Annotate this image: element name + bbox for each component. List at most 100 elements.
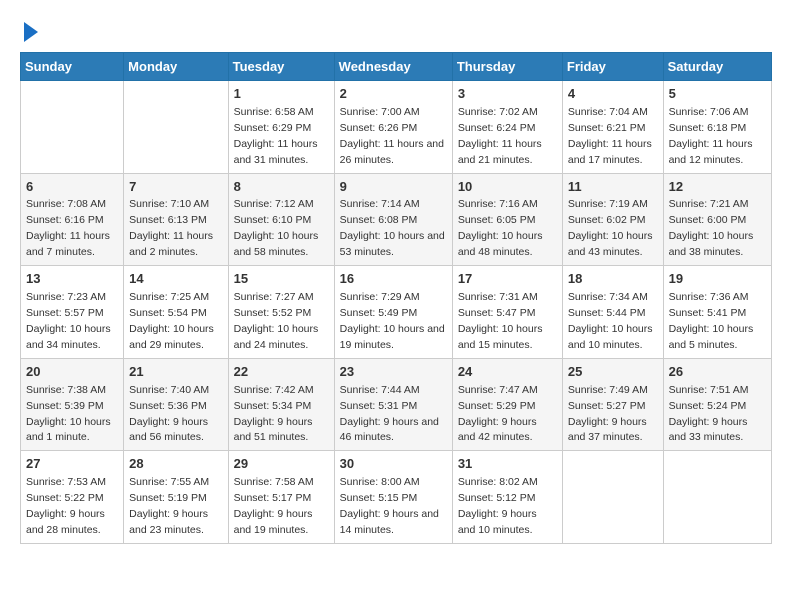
day-info: Sunrise: 7:10 AM Sunset: 6:13 PM Dayligh… — [129, 198, 213, 258]
calendar-header: SundayMondayTuesdayWednesdayThursdayFrid… — [21, 53, 772, 81]
day-info: Sunrise: 6:58 AM Sunset: 6:29 PM Dayligh… — [234, 106, 318, 166]
day-info: Sunrise: 7:08 AM Sunset: 6:16 PM Dayligh… — [26, 198, 110, 258]
day-number: 23 — [340, 363, 447, 382]
day-cell: 26 Sunrise: 7:51 AM Sunset: 5:24 PM Dayli… — [663, 358, 771, 451]
logo — [20, 20, 38, 42]
weekday-header-sunday: Sunday — [21, 53, 124, 81]
day-number: 11 — [568, 178, 658, 197]
day-cell: 17Sunrise: 7:31 AM Sunset: 5:47 PM Dayli… — [452, 266, 562, 359]
day-number: 1 — [234, 85, 329, 104]
day-number: 20 — [26, 363, 118, 382]
day-info: Sunrise: 7:51 AM Sunset: 5:24 PM Dayligh… — [669, 384, 749, 444]
day-info: Sunrise: 7:14 AM Sunset: 6:08 PM Dayligh… — [340, 198, 445, 258]
day-cell: 29 Sunrise: 7:58 AM Sunset: 5:17 PM Dayli… — [228, 451, 334, 544]
day-cell: 20 Sunrise: 7:38 AM Sunset: 5:39 PM Dayli… — [21, 358, 124, 451]
day-info: Sunrise: 7:38 AM Sunset: 5:39 PM Dayligh… — [26, 384, 111, 444]
day-cell: 2Sunrise: 7:00 AM Sunset: 6:26 PM Daylig… — [334, 81, 452, 174]
day-cell: 19Sunrise: 7:36 AM Sunset: 5:41 PM Dayli… — [663, 266, 771, 359]
day-number: 9 — [340, 178, 447, 197]
day-info: Sunrise: 7:40 AM Sunset: 5:36 PM Dayligh… — [129, 384, 209, 444]
day-number: 21 — [129, 363, 222, 382]
day-cell — [663, 451, 771, 544]
day-cell — [562, 451, 663, 544]
day-number: 26 — [669, 363, 766, 382]
day-number: 7 — [129, 178, 222, 197]
weekday-header-monday: Monday — [124, 53, 228, 81]
day-info: Sunrise: 7:34 AM Sunset: 5:44 PM Dayligh… — [568, 291, 653, 351]
day-cell: 23 Sunrise: 7:44 AM Sunset: 5:31 PM Dayli… — [334, 358, 452, 451]
day-cell: 4Sunrise: 7:04 AM Sunset: 6:21 PM Daylig… — [562, 81, 663, 174]
day-info: Sunrise: 7:27 AM Sunset: 5:52 PM Dayligh… — [234, 291, 319, 351]
day-number: 29 — [234, 455, 329, 474]
weekday-header-wednesday: Wednesday — [334, 53, 452, 81]
day-cell: 30 Sunrise: 8:00 AM Sunset: 5:15 PM Dayli… — [334, 451, 452, 544]
day-info: Sunrise: 8:00 AM Sunset: 5:15 PM Dayligh… — [340, 476, 439, 536]
week-row-1: 1 Sunrise: 6:58 AM Sunset: 6:29 PM Daylig… — [21, 81, 772, 174]
day-info: Sunrise: 7:25 AM Sunset: 5:54 PM Dayligh… — [129, 291, 214, 351]
day-cell: 5 Sunrise: 7:06 AM Sunset: 6:18 PM Daylig… — [663, 81, 771, 174]
day-cell: 11Sunrise: 7:19 AM Sunset: 6:02 PM Dayli… — [562, 173, 663, 266]
day-number: 27 — [26, 455, 118, 474]
day-info: Sunrise: 7:44 AM Sunset: 5:31 PM Dayligh… — [340, 384, 439, 444]
day-cell: 28Sunrise: 7:55 AM Sunset: 5:19 PM Dayli… — [124, 451, 228, 544]
logo-arrow-icon — [24, 22, 38, 42]
day-number: 24 — [458, 363, 557, 382]
day-info: Sunrise: 7:36 AM Sunset: 5:41 PM Dayligh… — [669, 291, 754, 351]
day-cell: 21 Sunrise: 7:40 AM Sunset: 5:36 PM Dayli… — [124, 358, 228, 451]
day-number: 30 — [340, 455, 447, 474]
day-cell: 15 Sunrise: 7:27 AM Sunset: 5:52 PM Dayli… — [228, 266, 334, 359]
day-number: 5 — [669, 85, 766, 104]
day-info: Sunrise: 7:12 AM Sunset: 6:10 PM Dayligh… — [234, 198, 319, 258]
day-cell: 22Sunrise: 7:42 AM Sunset: 5:34 PM Dayli… — [228, 358, 334, 451]
day-number: 2 — [340, 85, 447, 104]
day-cell: 8Sunrise: 7:12 AM Sunset: 6:10 PM Daylig… — [228, 173, 334, 266]
day-number: 25 — [568, 363, 658, 382]
week-row-5: 27Sunrise: 7:53 AM Sunset: 5:22 PM Dayli… — [21, 451, 772, 544]
week-row-2: 6Sunrise: 7:08 AM Sunset: 6:16 PM Daylig… — [21, 173, 772, 266]
day-cell: 24 Sunrise: 7:47 AM Sunset: 5:29 PM Dayli… — [452, 358, 562, 451]
day-number: 13 — [26, 270, 118, 289]
day-cell: 9Sunrise: 7:14 AM Sunset: 6:08 PM Daylig… — [334, 173, 452, 266]
day-number: 15 — [234, 270, 329, 289]
weekday-header-tuesday: Tuesday — [228, 53, 334, 81]
day-cell — [124, 81, 228, 174]
day-cell: 6Sunrise: 7:08 AM Sunset: 6:16 PM Daylig… — [21, 173, 124, 266]
week-row-3: 13 Sunrise: 7:23 AM Sunset: 5:57 PM Dayli… — [21, 266, 772, 359]
day-cell — [21, 81, 124, 174]
day-cell: 13 Sunrise: 7:23 AM Sunset: 5:57 PM Dayli… — [21, 266, 124, 359]
day-info: Sunrise: 7:02 AM Sunset: 6:24 PM Dayligh… — [458, 106, 542, 166]
day-info: Sunrise: 8:02 AM Sunset: 5:12 PM Dayligh… — [458, 476, 538, 536]
day-info: Sunrise: 7:29 AM Sunset: 5:49 PM Dayligh… — [340, 291, 445, 351]
weekday-header-saturday: Saturday — [663, 53, 771, 81]
day-number: 22 — [234, 363, 329, 382]
day-info: Sunrise: 7:58 AM Sunset: 5:17 PM Dayligh… — [234, 476, 314, 536]
day-cell: 12Sunrise: 7:21 AM Sunset: 6:00 PM Dayli… — [663, 173, 771, 266]
calendar-table: SundayMondayTuesdayWednesdayThursdayFrid… — [20, 52, 772, 544]
day-cell: 10Sunrise: 7:16 AM Sunset: 6:05 PM Dayli… — [452, 173, 562, 266]
day-info: Sunrise: 7:47 AM Sunset: 5:29 PM Dayligh… — [458, 384, 538, 444]
day-info: Sunrise: 7:06 AM Sunset: 6:18 PM Dayligh… — [669, 106, 753, 166]
day-cell: 7Sunrise: 7:10 AM Sunset: 6:13 PM Daylig… — [124, 173, 228, 266]
weekday-row: SundayMondayTuesdayWednesdayThursdayFrid… — [21, 53, 772, 81]
day-info: Sunrise: 7:31 AM Sunset: 5:47 PM Dayligh… — [458, 291, 543, 351]
day-number: 8 — [234, 178, 329, 197]
day-cell: 31Sunrise: 8:02 AM Sunset: 5:12 PM Dayli… — [452, 451, 562, 544]
day-cell: 25Sunrise: 7:49 AM Sunset: 5:27 PM Dayli… — [562, 358, 663, 451]
page-header — [20, 20, 772, 42]
calendar-body: 1 Sunrise: 6:58 AM Sunset: 6:29 PM Daylig… — [21, 81, 772, 544]
weekday-header-thursday: Thursday — [452, 53, 562, 81]
day-number: 10 — [458, 178, 557, 197]
day-number: 12 — [669, 178, 766, 197]
day-cell: 1 Sunrise: 6:58 AM Sunset: 6:29 PM Daylig… — [228, 81, 334, 174]
day-number: 28 — [129, 455, 222, 474]
day-number: 18 — [568, 270, 658, 289]
day-info: Sunrise: 7:21 AM Sunset: 6:00 PM Dayligh… — [669, 198, 754, 258]
weekday-header-friday: Friday — [562, 53, 663, 81]
day-cell: 16Sunrise: 7:29 AM Sunset: 5:49 PM Dayli… — [334, 266, 452, 359]
day-cell: 27Sunrise: 7:53 AM Sunset: 5:22 PM Dayli… — [21, 451, 124, 544]
week-row-4: 20 Sunrise: 7:38 AM Sunset: 5:39 PM Dayli… — [21, 358, 772, 451]
day-number: 14 — [129, 270, 222, 289]
day-info: Sunrise: 7:23 AM Sunset: 5:57 PM Dayligh… — [26, 291, 111, 351]
day-number: 6 — [26, 178, 118, 197]
day-info: Sunrise: 7:16 AM Sunset: 6:05 PM Dayligh… — [458, 198, 543, 258]
